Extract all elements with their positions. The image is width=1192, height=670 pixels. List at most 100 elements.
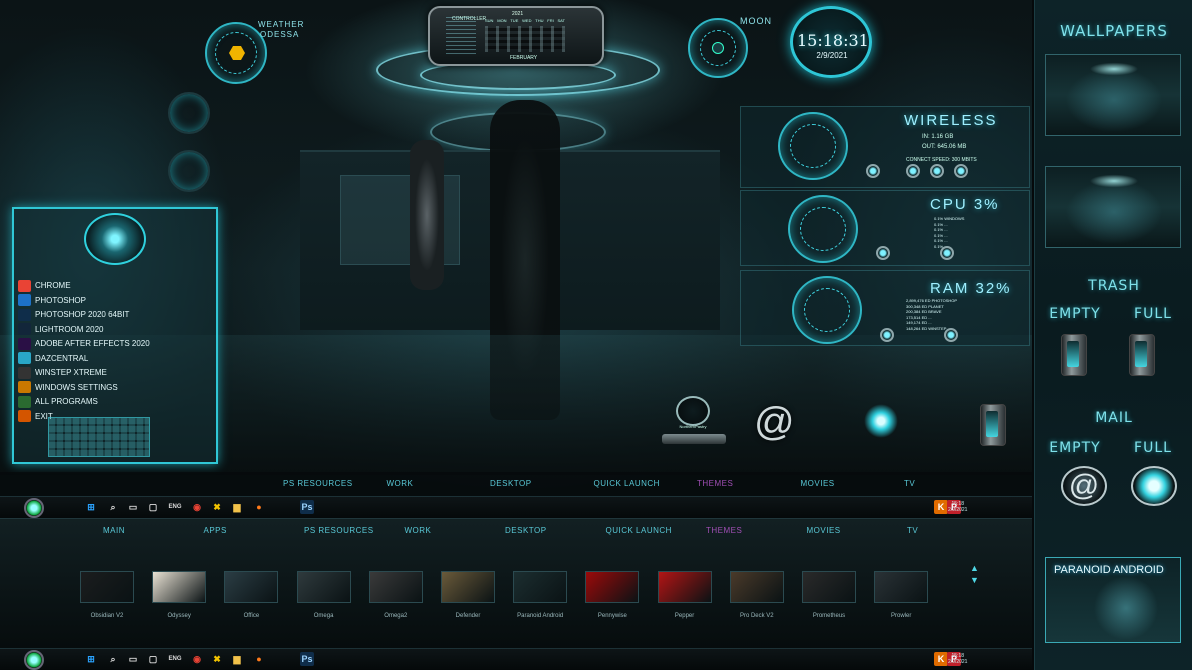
folder-icon[interactable]: ▆ [230,652,244,666]
calendar-weekday: THU [535,18,544,23]
theme-thumbnail[interactable] [513,571,568,603]
mail-full-icon[interactable] [1131,466,1177,506]
start-menu-item[interactable]: CHROME [18,279,71,292]
tab-tv[interactable]: TV [907,526,918,535]
tab-main[interactable]: MAIN [103,526,125,535]
weather-widget[interactable] [205,22,267,84]
tab-apps[interactable]: APPS [204,526,227,535]
theme-thumbnail[interactable] [729,571,784,603]
language-icon[interactable]: ENG [168,500,182,514]
folder-icon[interactable]: ▆ [230,500,244,514]
start-menu-item[interactable]: DAZCENTRAL [18,352,88,365]
trash-empty-icon[interactable] [1061,334,1087,376]
theme-thumbnail[interactable] [152,571,207,603]
mail-empty-icon[interactable]: @ [1061,466,1107,506]
firefox-icon[interactable]: ● [252,500,266,514]
tab-ps-resources[interactable]: PS RESOURCES [283,479,353,488]
chrome-icon[interactable]: ◉ [190,652,204,666]
windows-icon[interactable]: ⊞ [84,652,98,666]
windows-icon[interactable]: ⊞ [84,500,98,514]
wallpaper-thumbnail[interactable] [1045,54,1181,136]
calendar-widget[interactable]: CONTROLLER 2021 SUN MON TUE WED THU FRI SAT FE… [428,6,604,66]
theme-thumbnail[interactable] [874,571,929,603]
theme-thumbnail[interactable] [368,571,423,603]
clock-widget[interactable]: 15:18:31 2/9/2021 [790,6,872,78]
trash-icon[interactable] [980,404,1006,446]
theme-thumbnail[interactable] [80,571,134,603]
start-menu-item-label: WINDOWS SETTINGS [35,382,118,392]
calendar-weekday: TUE [510,18,519,23]
trash-empty-label: EMPTY [1049,306,1101,322]
tab-themes[interactable]: THEMES [697,479,733,488]
moon-widget[interactable] [688,18,748,78]
chat-icon[interactable]: ▢ [146,652,160,666]
task-view-icon[interactable]: ▭ [126,652,140,666]
start-menu-item[interactable]: LIGHTROOM 2020 [18,323,103,336]
monitor-button[interactable] [954,164,968,178]
tab-tv[interactable]: TV [904,479,915,488]
chrome-icon[interactable]: ◉ [190,500,204,514]
start-menu-item[interactable]: WINSTEP XTREME [18,366,107,379]
tab-desktop[interactable]: DESKTOP [490,479,532,488]
start-menu-item[interactable]: PHOTOSHOP [18,294,86,307]
monitor-button[interactable] [940,246,954,260]
start-menu-orb-icon[interactable] [84,213,146,265]
theme-thumbnail[interactable] [657,571,712,603]
theme-thumbnail[interactable] [802,571,856,603]
search-icon[interactable]: ⌕ [106,500,120,514]
start-button[interactable] [24,498,44,518]
bottom-dock-tabs: MAIN APPS PS RESOURCES WORK DESKTOP QUICK LAU… [0,526,960,542]
mail-icon[interactable]: @ [754,400,795,445]
energy-orb-icon[interactable] [864,404,898,438]
tab-quick-launch[interactable]: QUICK LAUNCH [594,479,660,488]
tab-themes[interactable]: THEMES [706,526,742,535]
search-icon[interactable]: ⌕ [106,652,120,666]
tab-movies[interactable]: MOVIES [807,526,841,535]
theme-thumbnail[interactable] [441,571,495,603]
monitor-button[interactable] [880,328,894,342]
exit-icon [18,410,31,422]
start-menu-item[interactable]: PHOTOSHOP 2020 64BIT [18,308,129,321]
chat-icon[interactable]: ▢ [146,500,160,514]
top-taskbar: ⊞ ⌕ ▭ ▢ ENG ◉ ✖ ▆ ● Ps K P 15:18 2/9/2021 [0,496,1032,518]
tools-icon[interactable]: ✖ [210,500,224,514]
language-icon[interactable]: ENG [168,652,182,666]
desktop-icon-northernpastry[interactable] [676,396,710,426]
tab-quick-launch[interactable]: QUICK LAUNCH [606,526,672,535]
tab-work[interactable]: WORK [387,479,414,488]
photoshop-icon[interactable]: Ps [300,652,314,666]
tools-icon[interactable]: ✖ [210,652,224,666]
moon-icon [712,42,724,54]
start-menu-item[interactable]: WINDOWS SETTINGS [18,381,118,394]
tab-ps-resources[interactable]: PS RESOURCES [304,526,374,535]
wallpaper-thumbnail[interactable] [1045,166,1181,248]
start-menu-item[interactable]: ADOBE AFTER EFFECTS 2020 [18,337,150,350]
photoshop-icon[interactable]: Ps [300,500,314,514]
calendar-month: FEBRUARY [510,55,538,61]
monitor-button[interactable] [944,328,958,342]
tab-movies[interactable]: MOVIES [801,479,835,488]
tab-desktop[interactable]: DESKTOP [505,526,547,535]
theme-thumbnail[interactable] [296,571,351,603]
tray-k-icon[interactable]: K [934,652,948,666]
trash-title: TRASH [1088,278,1140,294]
monitor-button[interactable] [876,246,890,260]
scroll-arrows[interactable]: ▲ ▼ [970,562,979,586]
cpu-gauge [788,195,858,263]
theme-thumbnail[interactable] [224,571,279,603]
trash-full-icon[interactable] [1129,334,1155,376]
after-effects-icon [18,337,31,350]
desktop-icon-base [662,434,726,444]
theme-thumbnail[interactable] [585,571,640,603]
monitor-button[interactable] [866,164,880,178]
monitor-button[interactable] [930,164,944,178]
programs-icon [18,395,31,408]
tray-k-icon[interactable]: K [934,500,948,514]
tab-work[interactable]: WORK [405,526,432,535]
firefox-icon[interactable]: ● [252,652,266,666]
start-menu-item[interactable]: ALL PROGRAMS [18,395,98,408]
monitor-button[interactable] [906,164,920,178]
start-button[interactable] [24,650,44,670]
theme-preview[interactable]: PARANOID ANDROID [1045,557,1181,643]
task-view-icon[interactable]: ▭ [126,500,140,514]
